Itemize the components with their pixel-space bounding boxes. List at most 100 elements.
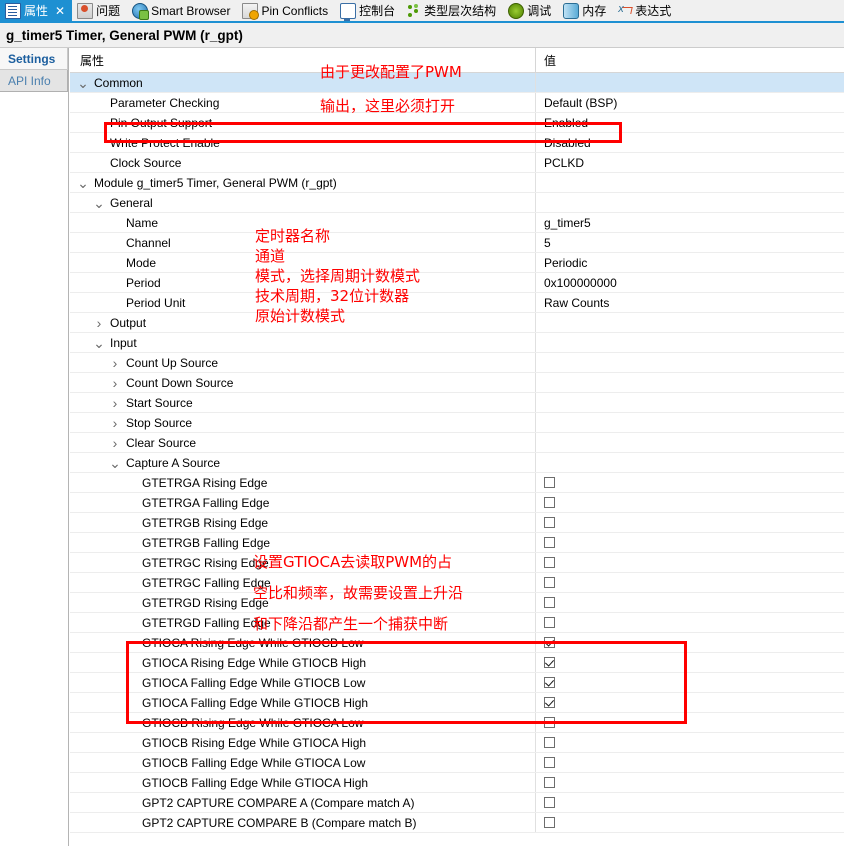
- row-value-cell[interactable]: Disabled: [535, 133, 844, 152]
- checkbox-unchecked[interactable]: [544, 517, 555, 528]
- table-row[interactable]: GTIOCB Rising Edge While GTIOCA High: [70, 733, 844, 753]
- tab-类型层次结构[interactable]: 类型层次结构: [402, 0, 503, 21]
- row-value-cell[interactable]: [535, 633, 844, 652]
- row-value-cell[interactable]: [535, 413, 844, 432]
- chevron-right-icon[interactable]: ›: [92, 313, 106, 332]
- row-value-cell[interactable]: [535, 513, 844, 532]
- row-value-cell[interactable]: [535, 573, 844, 592]
- row-value-cell[interactable]: [535, 453, 844, 472]
- row-value-cell[interactable]: g_timer5: [535, 213, 844, 232]
- column-header-property[interactable]: 属性: [70, 52, 535, 69]
- close-icon[interactable]: ✕: [55, 5, 65, 17]
- table-row[interactable]: Write Protect Enable Disabled: [70, 133, 844, 153]
- checkbox-unchecked[interactable]: [544, 737, 555, 748]
- checkbox-unchecked[interactable]: [544, 557, 555, 568]
- row-value-cell[interactable]: [535, 713, 844, 732]
- row-value-cell[interactable]: Raw Counts: [535, 293, 844, 312]
- table-row[interactable]: Clock Source PCLKD: [70, 153, 844, 173]
- checkbox-checked[interactable]: [544, 697, 555, 708]
- row-value-cell[interactable]: [535, 593, 844, 612]
- row-value-cell[interactable]: [535, 313, 844, 332]
- table-row[interactable]: GTIOCA Falling Edge While GTIOCB Low: [70, 673, 844, 693]
- row-value-cell[interactable]: [535, 433, 844, 452]
- table-row[interactable]: ⌄ Common: [70, 73, 844, 93]
- tab-调试[interactable]: 调试: [503, 0, 558, 21]
- row-value-cell[interactable]: [535, 373, 844, 392]
- table-row[interactable]: ⌄ Input: [70, 333, 844, 353]
- row-value-cell[interactable]: [535, 673, 844, 692]
- table-row[interactable]: GTIOCB Falling Edge While GTIOCA High: [70, 773, 844, 793]
- table-row[interactable]: GTIOCA Falling Edge While GTIOCB High: [70, 693, 844, 713]
- table-row[interactable]: Period Unit Raw Counts: [70, 293, 844, 313]
- row-value-cell[interactable]: [535, 693, 844, 712]
- table-row[interactable]: GTETRGD Falling Edge: [70, 613, 844, 633]
- tab-控制台[interactable]: 控制台: [335, 0, 402, 21]
- row-value-cell[interactable]: [535, 773, 844, 792]
- row-value-cell[interactable]: 5: [535, 233, 844, 252]
- table-row[interactable]: GPT2 CAPTURE COMPARE B (Compare match B): [70, 813, 844, 833]
- table-row[interactable]: ⌄ Capture A Source: [70, 453, 844, 473]
- row-value-cell[interactable]: [535, 533, 844, 552]
- row-value-cell[interactable]: [535, 193, 844, 212]
- chevron-down-icon[interactable]: ⌄: [108, 456, 122, 470]
- table-row[interactable]: GTETRGB Falling Edge: [70, 533, 844, 553]
- table-row[interactable]: GTETRGC Falling Edge: [70, 573, 844, 593]
- table-row[interactable]: › Stop Source: [70, 413, 844, 433]
- table-row[interactable]: Period 0x100000000: [70, 273, 844, 293]
- tab-表达式[interactable]: 表达式: [613, 0, 678, 21]
- table-row[interactable]: › Start Source: [70, 393, 844, 413]
- chevron-right-icon[interactable]: ›: [108, 373, 122, 392]
- table-row[interactable]: Pin Output Support Enabled: [70, 113, 844, 133]
- table-row[interactable]: GTIOCB Falling Edge While GTIOCA Low: [70, 753, 844, 773]
- row-value-cell[interactable]: [535, 493, 844, 512]
- row-value-cell[interactable]: PCLKD: [535, 153, 844, 172]
- row-value-cell[interactable]: Periodic: [535, 253, 844, 272]
- checkbox-unchecked[interactable]: [544, 797, 555, 808]
- table-row[interactable]: ⌄ Module g_timer5 Timer, General PWM (r_g…: [70, 173, 844, 193]
- row-value-cell[interactable]: [535, 813, 844, 832]
- checkbox-unchecked[interactable]: [544, 777, 555, 788]
- table-row[interactable]: GTETRGA Falling Edge: [70, 493, 844, 513]
- row-value-cell[interactable]: [535, 793, 844, 812]
- chevron-right-icon[interactable]: ›: [108, 433, 122, 452]
- checkbox-unchecked[interactable]: [544, 717, 555, 728]
- checkbox-unchecked[interactable]: [544, 577, 555, 588]
- tab-pin-conflicts[interactable]: Pin Conflicts: [237, 0, 335, 21]
- row-value-cell[interactable]: [535, 393, 844, 412]
- table-row[interactable]: › Count Up Source: [70, 353, 844, 373]
- chevron-down-icon[interactable]: ⌄: [92, 196, 106, 210]
- row-value-cell[interactable]: [535, 333, 844, 352]
- row-value-cell[interactable]: [535, 353, 844, 372]
- row-value-cell[interactable]: 0x100000000: [535, 273, 844, 292]
- table-row[interactable]: › Clear Source: [70, 433, 844, 453]
- table-row[interactable]: GTETRGD Rising Edge: [70, 593, 844, 613]
- table-row[interactable]: Parameter Checking Default (BSP): [70, 93, 844, 113]
- row-value-cell[interactable]: Default (BSP): [535, 93, 844, 112]
- checkbox-unchecked[interactable]: [544, 477, 555, 488]
- table-row[interactable]: GTIOCB Rising Edge While GTIOCA Low: [70, 713, 844, 733]
- chevron-down-icon[interactable]: ⌄: [76, 176, 90, 190]
- table-row[interactable]: › Output: [70, 313, 844, 333]
- sidebar-item-settings[interactable]: Settings: [0, 48, 68, 70]
- table-row[interactable]: GTIOCA Rising Edge While GTIOCB Low: [70, 633, 844, 653]
- checkbox-unchecked[interactable]: [544, 757, 555, 768]
- checkbox-checked[interactable]: [544, 677, 555, 688]
- sidebar-item-api-info[interactable]: API Info: [0, 70, 68, 92]
- column-header-value[interactable]: 值: [535, 48, 844, 73]
- row-value-cell[interactable]: [535, 733, 844, 752]
- checkbox-unchecked[interactable]: [544, 497, 555, 508]
- table-row[interactable]: Mode Periodic: [70, 253, 844, 273]
- table-row[interactable]: ⌄ General: [70, 193, 844, 213]
- row-value-cell[interactable]: [535, 473, 844, 492]
- chevron-right-icon[interactable]: ›: [108, 393, 122, 412]
- chevron-down-icon[interactable]: ⌄: [92, 336, 106, 350]
- table-row[interactable]: GPT2 CAPTURE COMPARE A (Compare match A): [70, 793, 844, 813]
- tab-问题[interactable]: 问题: [72, 0, 127, 21]
- checkbox-checked[interactable]: [544, 637, 555, 648]
- table-row[interactable]: Channel 5: [70, 233, 844, 253]
- row-value-cell[interactable]: [535, 613, 844, 632]
- checkbox-checked[interactable]: [544, 657, 555, 668]
- table-row[interactable]: GTIOCA Rising Edge While GTIOCB High: [70, 653, 844, 673]
- chevron-down-icon[interactable]: ⌄: [76, 76, 90, 90]
- row-value-cell[interactable]: [535, 173, 844, 192]
